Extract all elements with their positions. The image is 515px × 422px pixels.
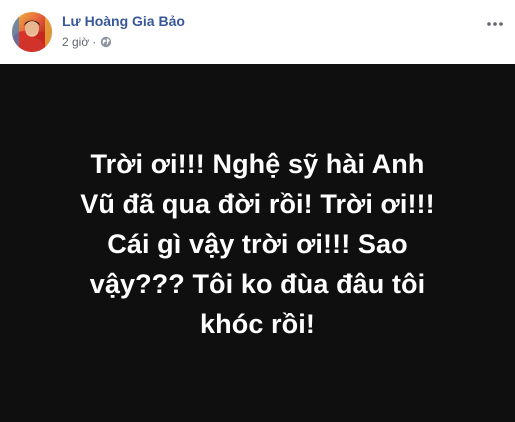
author-avatar[interactable]: [12, 12, 52, 52]
post-timestamp[interactable]: 2 giờ: [62, 35, 89, 49]
status-text: Trời ơi!!! Nghệ sỹ hài Anh Vũ đã qua đời…: [80, 149, 435, 339]
author-name-link[interactable]: Lư Hoàng Gia Bảo: [62, 13, 185, 29]
facebook-post: Lư Hoàng Gia Bảo 2 giờ · Trời ơi!!! Nghệ…: [0, 0, 515, 422]
post-header: Lư Hoàng Gia Bảo 2 giờ ·: [0, 0, 515, 64]
avatar-image: [12, 12, 52, 52]
more-options-icon: [487, 22, 503, 26]
more-options-button[interactable]: [485, 14, 505, 34]
meta-separator: ·: [92, 35, 97, 49]
globe-icon[interactable]: [100, 36, 112, 48]
post-meta: 2 giờ ·: [62, 35, 112, 49]
status-background: Trời ơi!!! Nghệ sỹ hài Anh Vũ đã qua đời…: [0, 64, 515, 422]
